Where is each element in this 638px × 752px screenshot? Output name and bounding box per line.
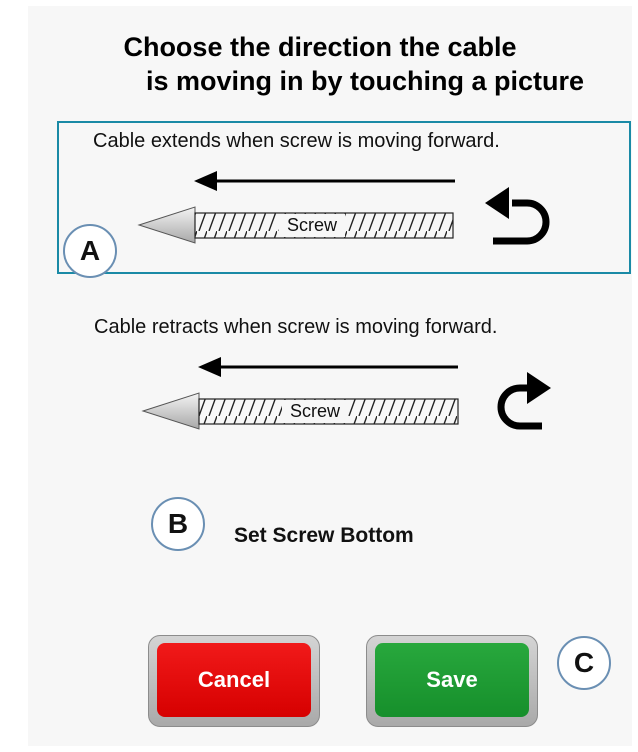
- screw-icon: Screw: [141, 392, 459, 430]
- save-button-label: Save: [375, 643, 529, 717]
- cancel-button-label: Cancel: [157, 643, 311, 717]
- callout-b: B: [151, 497, 205, 551]
- counterclockwise-return-arrow-icon: [485, 187, 550, 245]
- page-title-line2: is moving in by touching a picture: [145, 66, 585, 96]
- page-title-line1: Choose the direction the cable: [123, 32, 517, 62]
- option-cable-extends[interactable]: Cable extends when screw is moving forwa…: [57, 121, 631, 274]
- callout-a: A: [63, 224, 117, 278]
- set-screw-bottom-link[interactable]: Set Screw Bottom: [234, 524, 414, 548]
- callout-c: C: [557, 636, 611, 690]
- left-arrow-icon: [194, 171, 455, 191]
- save-button[interactable]: Save: [366, 635, 538, 727]
- option-diagram: Screw: [141, 357, 551, 430]
- option-diagram: Screw: [137, 171, 550, 245]
- option-cable-retracts[interactable]: Cable retracts when screw is moving forw…: [57, 306, 631, 456]
- left-arrow-icon: [198, 357, 458, 377]
- clockwise-return-arrow-icon: [497, 372, 551, 430]
- cancel-button[interactable]: Cancel: [148, 635, 320, 727]
- screw-icon: Screw: [137, 206, 454, 244]
- screw-label: Screw: [290, 401, 341, 421]
- screw-label: Screw: [287, 215, 338, 235]
